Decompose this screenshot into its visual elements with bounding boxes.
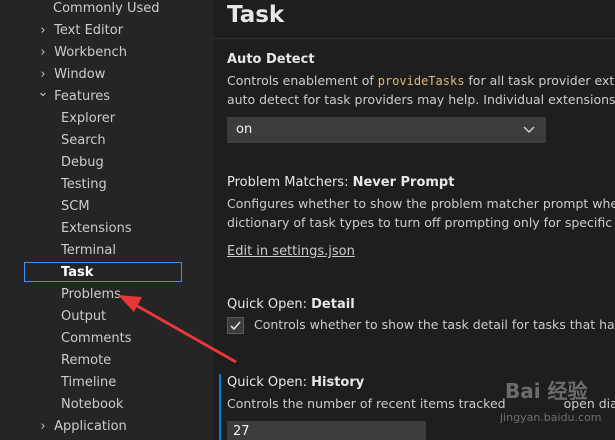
tree-item-task[interactable]: Task xyxy=(61,262,93,284)
tree-item-label: Output xyxy=(61,309,107,324)
tree-item-label: Commonly Used xyxy=(53,1,160,16)
setting-title-auto-detect: Auto Detect xyxy=(227,52,315,67)
tree-item-label: Notebook xyxy=(61,397,124,412)
focused-setting-indicator xyxy=(219,374,221,440)
tree-item-workbench[interactable]: › Workbench xyxy=(36,42,127,64)
chevron-right-icon: › xyxy=(40,419,46,434)
tree-item-output[interactable]: Output xyxy=(61,306,106,328)
tree-item-timeline[interactable]: Timeline xyxy=(61,372,116,394)
tree-item-label: Timeline xyxy=(61,375,117,390)
tree-item-extensions[interactable]: Extensions xyxy=(61,218,132,240)
tree-item-label: Workbench xyxy=(54,45,127,60)
tree-item-label: Features xyxy=(54,89,111,104)
settings-sidebar: Commonly Used › Text Editor › Workbench … xyxy=(0,0,213,440)
tree-item-explorer[interactable]: Explorer xyxy=(61,108,115,130)
tree-item-text-editor[interactable]: › Text Editor xyxy=(36,20,123,42)
tree-item-label: Window xyxy=(54,67,106,82)
settings-editor: Task Auto Detect Controls enablement of … xyxy=(213,0,615,440)
title-divider xyxy=(213,38,615,39)
selection-focus-border xyxy=(24,262,182,282)
watermark-logo: Bai 经验 xyxy=(505,379,588,403)
watermark-url: jingyan.baidu.com xyxy=(500,411,602,424)
auto-detect-select[interactable]: on xyxy=(227,117,546,143)
tree-item-terminal[interactable]: Terminal xyxy=(61,240,116,262)
tree-item-label: Search xyxy=(61,133,106,148)
tree-item-label: Remote xyxy=(61,353,112,368)
quick-open-history-input[interactable]: 27 xyxy=(227,421,426,440)
tree-item-debug[interactable]: Debug xyxy=(61,152,104,174)
tree-item-problems[interactable]: Problems xyxy=(61,284,121,306)
setting-description: Configures whether to show the problem m… xyxy=(227,196,615,211)
tree-item-label: Explorer xyxy=(61,111,116,126)
chevron-right-icon: › xyxy=(40,45,46,60)
edit-in-settings-json-link[interactable]: Edit in settings.json xyxy=(227,244,355,259)
setting-description: auto detect for task providers may help.… xyxy=(227,92,615,107)
tree-item-remote[interactable]: Remote xyxy=(61,350,111,372)
setting-title-quick-open-detail: Quick Open: Detail xyxy=(227,297,355,312)
chevron-right-icon: › xyxy=(40,23,46,38)
tree-item-label: Comments xyxy=(61,331,132,346)
setting-title-quick-open-history: Quick Open: History xyxy=(227,375,365,390)
tree-item-notebook[interactable]: Notebook xyxy=(61,394,123,416)
tree-item-label: Terminal xyxy=(61,243,116,258)
tree-item-search[interactable]: Search xyxy=(61,130,106,152)
checkmark-icon xyxy=(230,321,241,331)
tree-item-label: Debug xyxy=(61,155,104,170)
chevron-down-icon: ⌄ xyxy=(37,85,49,100)
setting-title-problem-matchers: Problem Matchers: Never Prompt xyxy=(227,175,455,190)
tree-item-label: Application xyxy=(54,419,127,434)
tree-item-features[interactable]: ⌄ Features xyxy=(36,85,111,108)
tree-item-label: Problems xyxy=(61,287,121,302)
tree-item-label: Text Editor xyxy=(54,23,124,38)
checkbox-label: Controls whether to show the task detail… xyxy=(254,317,615,332)
chevron-down-icon xyxy=(523,118,535,142)
tree-item-label: Task xyxy=(61,265,94,280)
page-title: Task xyxy=(227,2,285,28)
quick-open-detail-checkbox[interactable] xyxy=(227,317,244,334)
select-value: on xyxy=(236,122,253,137)
setting-description: dictionary of task types to turn off pro… xyxy=(227,215,615,230)
tree-item-testing[interactable]: Testing xyxy=(61,174,107,196)
tree-item-application[interactable]: › Application xyxy=(36,416,127,438)
tree-item-comments[interactable]: Comments xyxy=(61,328,131,350)
tree-item-label: Extensions xyxy=(61,221,132,236)
tree-item-commonly-used[interactable]: Commonly Used xyxy=(53,0,160,20)
tree-item-label: SCM xyxy=(61,199,90,214)
setting-description: Controls enablement of provideTasks for … xyxy=(227,73,615,88)
tree-item-label: Testing xyxy=(61,177,107,192)
tree-item-scm[interactable]: SCM xyxy=(61,196,90,218)
